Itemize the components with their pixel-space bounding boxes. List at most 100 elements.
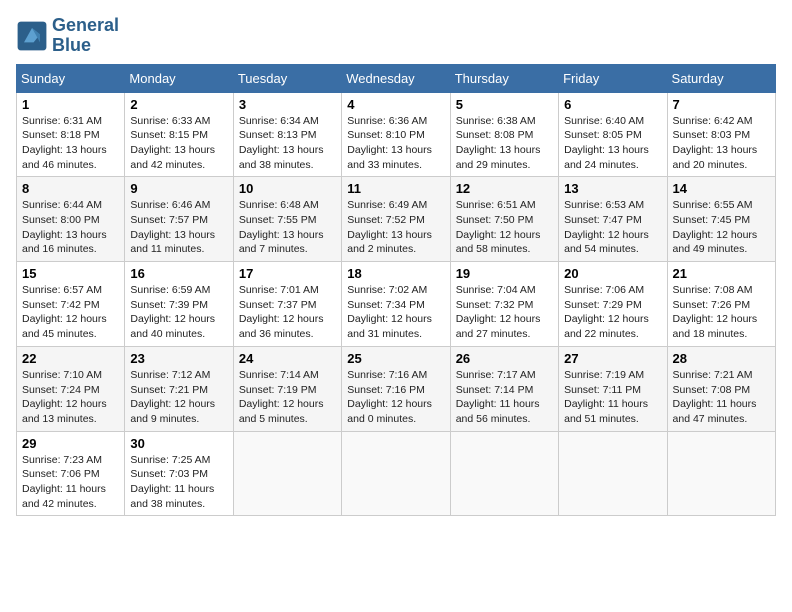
calendar-row: 15 Sunrise: 6:57 AM Sunset: 7:42 PM Dayl… [17,262,776,347]
day-detail: Sunrise: 7:23 AM Sunset: 7:06 PM Dayligh… [22,453,119,512]
calendar-cell: 26 Sunrise: 7:17 AM Sunset: 7:14 PM Dayl… [450,346,558,431]
calendar-cell: 7 Sunrise: 6:42 AM Sunset: 8:03 PM Dayli… [667,92,775,177]
day-detail: Sunrise: 7:17 AM Sunset: 7:14 PM Dayligh… [456,368,553,427]
calendar-cell: 11 Sunrise: 6:49 AM Sunset: 7:52 PM Dayl… [342,177,450,262]
day-number: 4 [347,97,444,112]
calendar-cell: 16 Sunrise: 6:59 AM Sunset: 7:39 PM Dayl… [125,262,233,347]
calendar-cell: 8 Sunrise: 6:44 AM Sunset: 8:00 PM Dayli… [17,177,125,262]
calendar-cell: 22 Sunrise: 7:10 AM Sunset: 7:24 PM Dayl… [17,346,125,431]
day-detail: Sunrise: 7:02 AM Sunset: 7:34 PM Dayligh… [347,283,444,342]
calendar-cell: 29 Sunrise: 7:23 AM Sunset: 7:06 PM Dayl… [17,431,125,516]
day-detail: Sunrise: 7:10 AM Sunset: 7:24 PM Dayligh… [22,368,119,427]
calendar-cell: 13 Sunrise: 6:53 AM Sunset: 7:47 PM Dayl… [559,177,667,262]
day-detail: Sunrise: 7:16 AM Sunset: 7:16 PM Dayligh… [347,368,444,427]
day-detail: Sunrise: 6:59 AM Sunset: 7:39 PM Dayligh… [130,283,227,342]
day-number: 2 [130,97,227,112]
day-detail: Sunrise: 6:46 AM Sunset: 7:57 PM Dayligh… [130,198,227,257]
day-number: 3 [239,97,336,112]
day-number: 21 [673,266,770,281]
calendar-cell [233,431,341,516]
calendar-cell: 14 Sunrise: 6:55 AM Sunset: 7:45 PM Dayl… [667,177,775,262]
calendar-cell: 21 Sunrise: 7:08 AM Sunset: 7:26 PM Dayl… [667,262,775,347]
day-number: 14 [673,181,770,196]
day-number: 8 [22,181,119,196]
logo-icon [16,20,48,52]
day-detail: Sunrise: 6:31 AM Sunset: 8:18 PM Dayligh… [22,114,119,173]
calendar-cell: 25 Sunrise: 7:16 AM Sunset: 7:16 PM Dayl… [342,346,450,431]
day-number: 13 [564,181,661,196]
day-number: 7 [673,97,770,112]
calendar-cell: 3 Sunrise: 6:34 AM Sunset: 8:13 PM Dayli… [233,92,341,177]
calendar-cell: 6 Sunrise: 6:40 AM Sunset: 8:05 PM Dayli… [559,92,667,177]
day-detail: Sunrise: 6:40 AM Sunset: 8:05 PM Dayligh… [564,114,661,173]
calendar-cell [559,431,667,516]
calendar-cell: 27 Sunrise: 7:19 AM Sunset: 7:11 PM Dayl… [559,346,667,431]
calendar-cell: 5 Sunrise: 6:38 AM Sunset: 8:08 PM Dayli… [450,92,558,177]
calendar-cell: 12 Sunrise: 6:51 AM Sunset: 7:50 PM Dayl… [450,177,558,262]
weekday-header: Tuesday [233,64,341,92]
day-detail: Sunrise: 7:04 AM Sunset: 7:32 PM Dayligh… [456,283,553,342]
day-number: 12 [456,181,553,196]
weekday-header: Saturday [667,64,775,92]
day-number: 6 [564,97,661,112]
calendar-cell: 19 Sunrise: 7:04 AM Sunset: 7:32 PM Dayl… [450,262,558,347]
calendar-cell [667,431,775,516]
day-detail: Sunrise: 6:53 AM Sunset: 7:47 PM Dayligh… [564,198,661,257]
day-detail: Sunrise: 7:01 AM Sunset: 7:37 PM Dayligh… [239,283,336,342]
calendar-cell: 15 Sunrise: 6:57 AM Sunset: 7:42 PM Dayl… [17,262,125,347]
day-detail: Sunrise: 6:44 AM Sunset: 8:00 PM Dayligh… [22,198,119,257]
calendar-row: 22 Sunrise: 7:10 AM Sunset: 7:24 PM Dayl… [17,346,776,431]
day-number: 22 [22,351,119,366]
calendar-cell: 4 Sunrise: 6:36 AM Sunset: 8:10 PM Dayli… [342,92,450,177]
day-number: 29 [22,436,119,451]
day-detail: Sunrise: 6:55 AM Sunset: 7:45 PM Dayligh… [673,198,770,257]
calendar-cell: 20 Sunrise: 7:06 AM Sunset: 7:29 PM Dayl… [559,262,667,347]
day-detail: Sunrise: 6:48 AM Sunset: 7:55 PM Dayligh… [239,198,336,257]
day-number: 25 [347,351,444,366]
calendar-cell: 23 Sunrise: 7:12 AM Sunset: 7:21 PM Dayl… [125,346,233,431]
day-number: 28 [673,351,770,366]
weekday-header: Wednesday [342,64,450,92]
calendar-cell [450,431,558,516]
day-number: 10 [239,181,336,196]
day-number: 30 [130,436,227,451]
day-detail: Sunrise: 7:25 AM Sunset: 7:03 PM Dayligh… [130,453,227,512]
day-detail: Sunrise: 6:51 AM Sunset: 7:50 PM Dayligh… [456,198,553,257]
day-number: 24 [239,351,336,366]
day-number: 11 [347,181,444,196]
day-detail: Sunrise: 7:19 AM Sunset: 7:11 PM Dayligh… [564,368,661,427]
day-number: 23 [130,351,227,366]
day-detail: Sunrise: 6:38 AM Sunset: 8:08 PM Dayligh… [456,114,553,173]
day-number: 15 [22,266,119,281]
day-detail: Sunrise: 7:08 AM Sunset: 7:26 PM Dayligh… [673,283,770,342]
calendar-cell: 17 Sunrise: 7:01 AM Sunset: 7:37 PM Dayl… [233,262,341,347]
weekday-header: Monday [125,64,233,92]
day-detail: Sunrise: 7:06 AM Sunset: 7:29 PM Dayligh… [564,283,661,342]
weekday-header: Friday [559,64,667,92]
calendar-cell: 2 Sunrise: 6:33 AM Sunset: 8:15 PM Dayli… [125,92,233,177]
day-detail: Sunrise: 7:21 AM Sunset: 7:08 PM Dayligh… [673,368,770,427]
logo: General Blue [16,16,119,56]
weekday-header: Sunday [17,64,125,92]
day-detail: Sunrise: 6:57 AM Sunset: 7:42 PM Dayligh… [22,283,119,342]
calendar-header-row: SundayMondayTuesdayWednesdayThursdayFrid… [17,64,776,92]
calendar-row: 1 Sunrise: 6:31 AM Sunset: 8:18 PM Dayli… [17,92,776,177]
day-detail: Sunrise: 6:49 AM Sunset: 7:52 PM Dayligh… [347,198,444,257]
day-number: 17 [239,266,336,281]
page-header: General Blue [16,16,776,56]
day-number: 5 [456,97,553,112]
day-detail: Sunrise: 6:34 AM Sunset: 8:13 PM Dayligh… [239,114,336,173]
calendar-table: SundayMondayTuesdayWednesdayThursdayFrid… [16,64,776,517]
day-detail: Sunrise: 6:33 AM Sunset: 8:15 PM Dayligh… [130,114,227,173]
calendar-cell: 18 Sunrise: 7:02 AM Sunset: 7:34 PM Dayl… [342,262,450,347]
day-detail: Sunrise: 7:12 AM Sunset: 7:21 PM Dayligh… [130,368,227,427]
calendar-cell [342,431,450,516]
calendar-cell: 10 Sunrise: 6:48 AM Sunset: 7:55 PM Dayl… [233,177,341,262]
day-detail: Sunrise: 7:14 AM Sunset: 7:19 PM Dayligh… [239,368,336,427]
day-number: 26 [456,351,553,366]
calendar-cell: 24 Sunrise: 7:14 AM Sunset: 7:19 PM Dayl… [233,346,341,431]
weekday-header: Thursday [450,64,558,92]
calendar-cell: 9 Sunrise: 6:46 AM Sunset: 7:57 PM Dayli… [125,177,233,262]
day-number: 9 [130,181,227,196]
logo-text: General Blue [52,16,119,56]
